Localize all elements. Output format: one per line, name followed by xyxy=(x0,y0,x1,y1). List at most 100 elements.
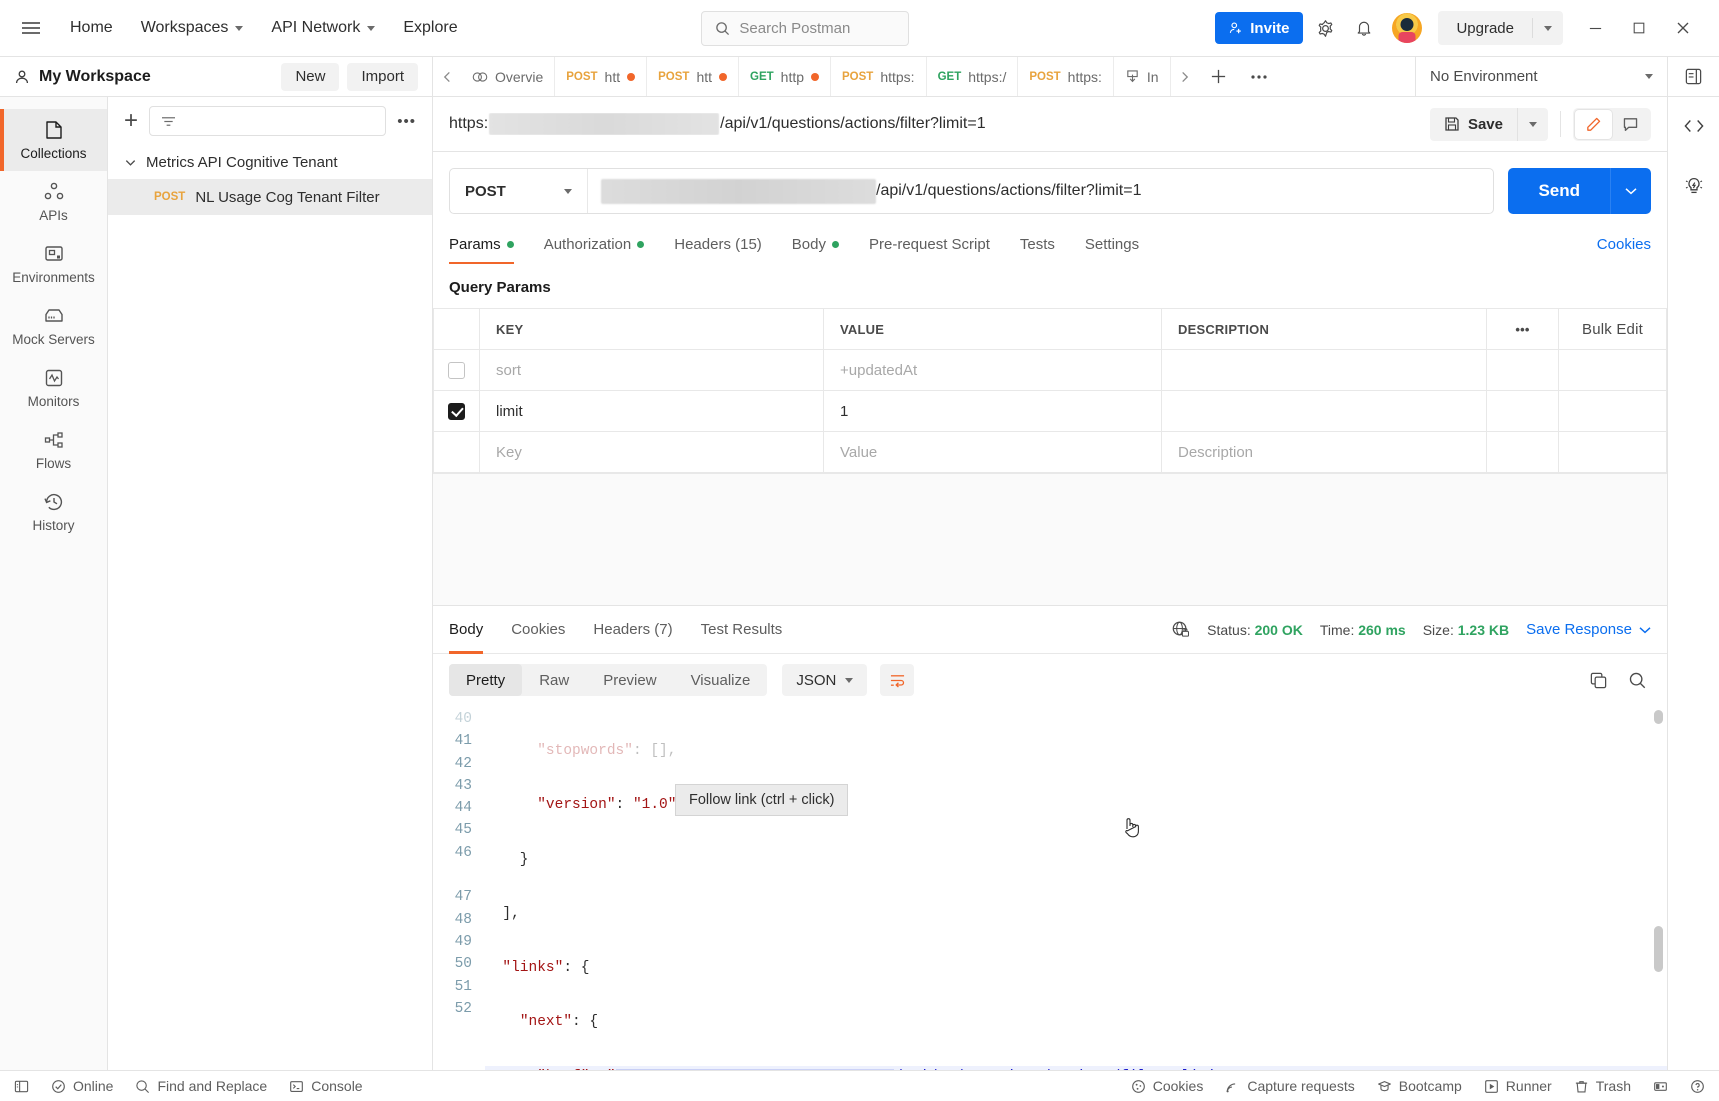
environment-quicklook-button[interactable] xyxy=(1667,57,1719,96)
tab-headers[interactable]: Headers (15) xyxy=(674,236,762,264)
sidebar-item-monitors[interactable]: Monitors xyxy=(0,357,107,419)
bulk-edit-button[interactable]: Bulk Edit xyxy=(1559,309,1667,350)
tabs-scroll-left-button[interactable] xyxy=(433,57,461,96)
http-method-select[interactable]: POST xyxy=(450,169,588,213)
tab-settings[interactable]: Settings xyxy=(1085,236,1139,264)
runner-button[interactable]: Runner xyxy=(1484,1078,1552,1094)
avatar[interactable] xyxy=(1392,13,1422,43)
row-key[interactable]: limit xyxy=(480,391,824,432)
import-button[interactable]: Import xyxy=(347,63,418,91)
tab-overview[interactable]: Overvie xyxy=(461,57,555,96)
send-button[interactable]: Send xyxy=(1508,168,1610,214)
notifications-button[interactable] xyxy=(1347,11,1381,45)
sidebar-item-flows[interactable]: Flows xyxy=(0,419,107,481)
view-mode-pretty[interactable]: Pretty xyxy=(449,664,522,696)
tab-import[interactable]: In xyxy=(1114,57,1171,96)
response-tab-body[interactable]: Body xyxy=(449,606,483,654)
help-button[interactable] xyxy=(1690,1079,1705,1094)
save-button[interactable]: Save xyxy=(1430,116,1517,133)
new-button[interactable]: New xyxy=(281,63,339,91)
code-scrollbar-top[interactable] xyxy=(1654,710,1663,724)
href-link-tail[interactable]: /api/v1/questions/actions/filter?limit=1… xyxy=(894,1069,1251,1070)
search-input[interactable]: Search Postman xyxy=(701,11,909,46)
upgrade-button[interactable]: Upgrade xyxy=(1438,20,1532,37)
tab-params[interactable]: Params xyxy=(449,236,514,264)
new-tab-button[interactable] xyxy=(1199,57,1239,96)
sidebar-item-mock-servers[interactable]: Mock Servers xyxy=(0,295,107,357)
upgrade-dropdown-button[interactable] xyxy=(1533,26,1563,31)
view-mode-preview[interactable]: Preview xyxy=(586,664,673,696)
window-minimize-button[interactable] xyxy=(1573,8,1617,48)
url-input[interactable]: /api/v1/questions/actions/filter?limit=1 xyxy=(588,169,1493,213)
params-options-button[interactable]: ••• xyxy=(1487,309,1559,350)
sidebar-item-collections[interactable]: Collections xyxy=(0,109,107,171)
tab-pre-request-script[interactable]: Pre-request Script xyxy=(869,236,990,264)
tab-request-6[interactable]: POST https: xyxy=(1018,57,1114,96)
row-value[interactable]: 1 xyxy=(824,391,1162,432)
row-description[interactable] xyxy=(1162,391,1487,432)
copy-response-button[interactable] xyxy=(1589,671,1608,690)
invite-button[interactable]: Invite xyxy=(1215,12,1303,44)
find-and-replace-button[interactable]: Find and Replace xyxy=(135,1078,267,1094)
code-scrollbar-thumb[interactable] xyxy=(1654,926,1663,972)
tab-request-2[interactable]: POST htt xyxy=(647,57,739,96)
send-dropdown-button[interactable] xyxy=(1610,168,1651,214)
save-response-button[interactable]: Save Response xyxy=(1526,621,1651,638)
response-format-select[interactable]: JSON xyxy=(782,664,867,696)
tab-tests[interactable]: Tests xyxy=(1020,236,1055,264)
window-maximize-button[interactable] xyxy=(1617,8,1661,48)
collections-more-button[interactable]: ••• xyxy=(397,113,416,130)
tab-request-3[interactable]: GET http xyxy=(739,57,831,96)
nav-home[interactable]: Home xyxy=(56,13,127,43)
view-mode-visualize[interactable]: Visualize xyxy=(674,664,768,696)
nav-workspaces[interactable]: Workspaces xyxy=(127,13,258,43)
row-key[interactable]: sort xyxy=(480,350,824,391)
comment-mode-button[interactable] xyxy=(1612,110,1649,139)
save-dropdown-button[interactable] xyxy=(1517,108,1548,141)
response-tab-test-results[interactable]: Test Results xyxy=(701,606,783,654)
response-tab-headers[interactable]: Headers (7) xyxy=(593,606,672,654)
online-status[interactable]: Online xyxy=(51,1078,113,1094)
cookies-button[interactable]: Cookies xyxy=(1131,1078,1204,1094)
tabs-scroll-right-button[interactable] xyxy=(1171,57,1199,96)
window-close-button[interactable] xyxy=(1661,8,1705,48)
collection-item[interactable]: Metrics API Cognitive Tenant xyxy=(108,145,432,179)
row-value[interactable]: +updatedAt xyxy=(824,350,1162,391)
tabs-more-button[interactable] xyxy=(1239,57,1279,96)
view-mode-raw[interactable]: Raw xyxy=(522,664,586,696)
row-checkbox[interactable] xyxy=(448,403,465,420)
search-response-button[interactable] xyxy=(1628,671,1647,690)
response-tab-cookies[interactable]: Cookies xyxy=(511,606,565,654)
code-snippet-button[interactable] xyxy=(1677,109,1711,143)
row-key-placeholder[interactable]: Key xyxy=(480,432,824,473)
row-description[interactable] xyxy=(1162,350,1487,391)
tab-request-1[interactable]: POST htt xyxy=(555,57,647,96)
trash-button[interactable]: Trash xyxy=(1574,1078,1631,1094)
sidebar-item-history[interactable]: History xyxy=(0,481,107,543)
create-new-button[interactable]: + xyxy=(124,109,138,133)
environment-selector[interactable]: No Environment xyxy=(1415,57,1667,96)
row-description-placeholder[interactable]: Description xyxy=(1162,432,1487,473)
settings-button[interactable] xyxy=(1308,11,1342,45)
row-checkbox[interactable] xyxy=(448,362,465,379)
wrap-lines-button[interactable] xyxy=(880,664,914,696)
code-line-href[interactable]: "href": " /api/v1/questions/actions/filt… xyxy=(485,1066,1667,1070)
filter-input[interactable] xyxy=(149,106,386,136)
nav-api-network[interactable]: API Network xyxy=(257,13,389,43)
nav-explore[interactable]: Explore xyxy=(389,13,471,43)
tab-authorization[interactable]: Authorization xyxy=(544,236,645,264)
postbot-button[interactable] xyxy=(1677,169,1711,203)
sidebar-item-apis[interactable]: APIs xyxy=(0,171,107,233)
row-value-placeholder[interactable]: Value xyxy=(824,432,1162,473)
sidebar-item-environments[interactable]: Environments xyxy=(0,233,107,295)
capture-requests-button[interactable]: Capture requests xyxy=(1225,1078,1354,1094)
edit-mode-button[interactable] xyxy=(1575,110,1612,139)
cookies-link[interactable]: Cookies xyxy=(1597,236,1651,264)
hamburger-menu-icon[interactable] xyxy=(14,11,48,45)
sidebar-toggle-button[interactable] xyxy=(14,1079,29,1094)
console-button[interactable]: Console xyxy=(289,1078,362,1094)
layout-toggle-button[interactable] xyxy=(1653,1079,1668,1094)
tab-request-5[interactable]: GET https:/ xyxy=(927,57,1019,96)
response-body-code[interactable]: 40 41 42 43 44 45 46 47 48 49 50 xyxy=(433,706,1667,1070)
tab-request-4[interactable]: POST https: xyxy=(831,57,927,96)
